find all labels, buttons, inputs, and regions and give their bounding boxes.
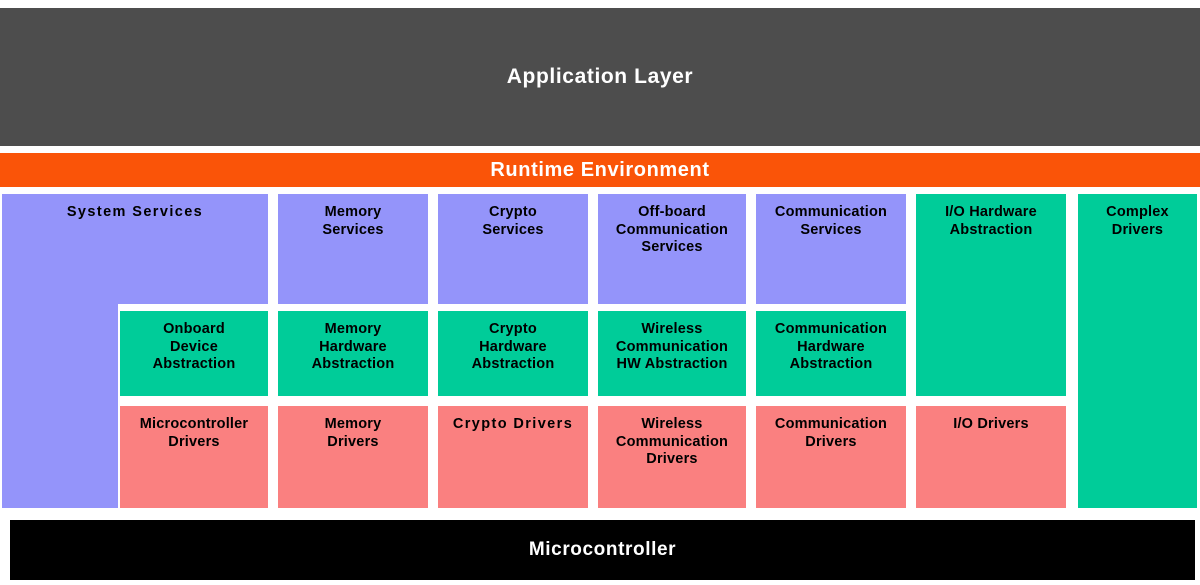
communication-services-label: Communication Services	[774, 204, 888, 238]
complex-drivers-block: Complex Drivers	[1078, 194, 1197, 508]
io-hardware-abstraction-label: I/O Hardware Abstraction	[945, 204, 1037, 238]
memory-services-label: Memory Services	[322, 204, 384, 238]
io-drivers-label: I/O Drivers	[953, 416, 1029, 432]
communication-drivers-block: Communication Drivers	[756, 406, 906, 508]
crypto-drivers-block: Crypto Drivers	[438, 406, 588, 508]
runtime-environment-banner: Runtime Environment	[0, 153, 1200, 187]
autosar-layered-architecture-diagram: Application Layer Runtime Environment Sy…	[0, 0, 1200, 585]
memory-hardware-abstraction-block: Memory Hardware Abstraction	[278, 311, 428, 396]
io-drivers-block: I/O Drivers	[916, 406, 1066, 508]
communication-drivers-label: Communication Drivers	[774, 416, 888, 450]
system-services-block: System Services	[2, 194, 268, 304]
memory-drivers-label: Memory Drivers	[324, 416, 382, 450]
microcontroller-label: Microcontroller	[528, 539, 677, 561]
memory-services-block: Memory Services	[278, 194, 428, 304]
io-hardware-abstraction-block: I/O Hardware Abstraction	[916, 194, 1066, 396]
microcontroller-banner: Microcontroller	[10, 520, 1195, 580]
microcontroller-drivers-block: Microcontroller Drivers	[120, 406, 268, 508]
crypto-drivers-label: Crypto Drivers	[452, 416, 574, 432]
system-services-label: System Services	[66, 204, 204, 220]
memory-hardware-abstraction-label: Memory Hardware Abstraction	[311, 321, 395, 373]
crypto-services-block: Crypto Services	[438, 194, 588, 304]
crypto-hardware-abstraction-block: Crypto Hardware Abstraction	[438, 311, 588, 396]
crypto-hardware-abstraction-label: Crypto Hardware Abstraction	[471, 321, 555, 373]
wireless-communication-hw-abstraction-label: Wireless Communication HW Abstraction	[615, 321, 729, 373]
crypto-services-label: Crypto Services	[482, 204, 544, 238]
application-layer-banner: Application Layer	[0, 8, 1200, 146]
communication-hardware-abstraction-label: Communication Hardware Abstraction	[774, 321, 888, 373]
memory-drivers-block: Memory Drivers	[278, 406, 428, 508]
application-layer-label: Application Layer	[506, 65, 694, 89]
communication-services-block: Communication Services	[756, 194, 906, 304]
onboard-device-abstraction-block: Onboard Device Abstraction	[120, 311, 268, 396]
wireless-communication-hw-abstraction-block: Wireless Communication HW Abstraction	[598, 311, 746, 396]
wireless-communication-drivers-block: Wireless Communication Drivers	[598, 406, 746, 508]
runtime-environment-label: Runtime Environment	[490, 158, 710, 181]
onboard-device-abstraction-label: Onboard Device Abstraction	[152, 321, 236, 373]
offboard-communication-services-label: Off-board Communication Services	[615, 204, 729, 256]
offboard-communication-services-block: Off-board Communication Services	[598, 194, 746, 304]
complex-drivers-label: Complex Drivers	[1106, 204, 1169, 238]
microcontroller-drivers-label: Microcontroller Drivers	[139, 416, 249, 450]
wireless-communication-drivers-label: Wireless Communication Drivers	[615, 416, 729, 468]
communication-hardware-abstraction-block: Communication Hardware Abstraction	[756, 311, 906, 396]
